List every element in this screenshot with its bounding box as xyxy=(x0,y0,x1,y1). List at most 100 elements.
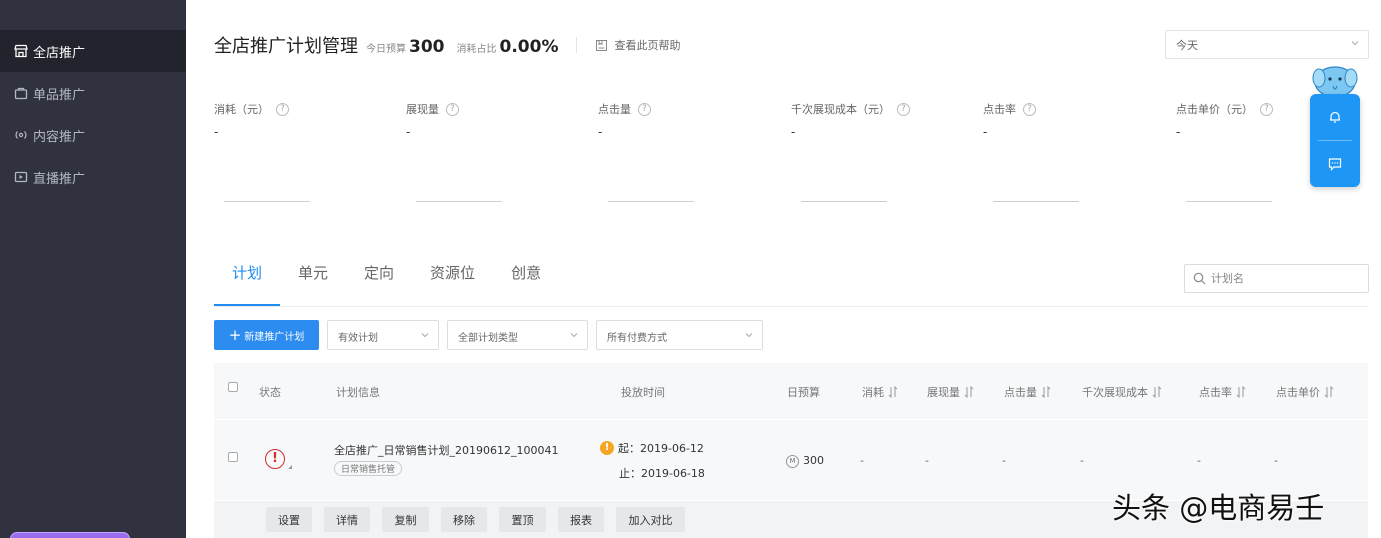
col-label: 点击量 xyxy=(1004,386,1037,399)
help-question-icon[interactable]: ? xyxy=(897,102,910,116)
filter-value: 所有付费方式 xyxy=(607,333,667,344)
clicks-cell: - xyxy=(1002,454,1006,467)
new-plan-button[interactable]: + 新建推广计划 xyxy=(214,320,319,350)
add-compare-button[interactable]: 加入对比 xyxy=(616,507,685,532)
tab-targeting[interactable]: 定向 xyxy=(364,262,394,306)
sidebar-item-label: 单品推广 xyxy=(33,87,86,103)
help-link-label: 查看此页帮助 xyxy=(614,39,681,52)
help-question-icon[interactable]: ? xyxy=(446,102,459,116)
payment-method-filter[interactable]: 所有付费方式 xyxy=(596,320,763,350)
metric-label: 展现量 xyxy=(406,103,439,116)
sidebar-item-label: 全店推广 xyxy=(33,45,86,61)
report-button[interactable]: 报表 xyxy=(558,507,604,532)
cost-cell: - xyxy=(860,454,864,467)
error-status-icon[interactable]: ! xyxy=(265,449,285,469)
sidebar-item-label: 直播推广 xyxy=(33,171,86,187)
sparkline-impressions xyxy=(416,201,502,202)
col-label: 千次展现成本 xyxy=(1082,386,1148,399)
metric-label: 点击单价（元） xyxy=(1176,103,1253,116)
chevron-down-icon xyxy=(570,333,578,338)
select-all-checkbox[interactable] xyxy=(228,382,238,392)
sort-icon xyxy=(964,386,974,398)
remove-button[interactable]: 移除 xyxy=(441,507,487,532)
bell-icon xyxy=(1330,111,1340,123)
date-range-value: 今天 xyxy=(1176,39,1198,52)
date-range-select[interactable]: 今天 xyxy=(1165,30,1369,59)
col-impressions[interactable]: 展现量 xyxy=(927,384,974,400)
metric-label: 点击率 xyxy=(983,103,1016,116)
metric-value: - xyxy=(598,125,603,139)
plan-status-filter[interactable]: 有效计划 xyxy=(327,320,439,350)
page-header: 全店推广计划管理 今日预算 300 消耗占比 0.00% 查看此页帮助 xyxy=(214,32,680,58)
help-question-icon[interactable]: ? xyxy=(1023,102,1036,116)
metric-label: 点击量 xyxy=(598,103,631,116)
plan-type-filter[interactable]: 全部计划类型 xyxy=(447,320,588,350)
daily-budget-cell: M 300 xyxy=(786,454,824,468)
metric-value: - xyxy=(983,125,988,139)
page-title: 全店推广计划管理 xyxy=(214,36,358,57)
search-icon xyxy=(1193,272,1206,285)
details-button[interactable]: 详情 xyxy=(324,507,370,532)
plan-tag: 日常销售托管 xyxy=(334,461,403,476)
help-question-icon[interactable]: ? xyxy=(276,102,289,116)
plus-icon: + xyxy=(228,325,242,344)
row-checkbox[interactable] xyxy=(228,452,238,462)
settings-button[interactable]: 设置 xyxy=(266,507,312,532)
col-cost[interactable]: 消耗 xyxy=(862,384,898,400)
col-plan-info: 计划信息 xyxy=(336,386,380,399)
chevron-down-icon xyxy=(745,333,753,338)
start-date: 起：2019-06-12 xyxy=(618,442,704,455)
sidebar-item-content[interactable]: 内容推广 xyxy=(0,114,186,156)
sort-icon xyxy=(1324,386,1334,398)
col-ctr[interactable]: 点击率 xyxy=(1199,384,1246,400)
notification-button[interactable] xyxy=(1310,94,1360,140)
sparkline-cpm xyxy=(801,201,887,202)
sort-icon xyxy=(888,386,898,398)
chat-button[interactable] xyxy=(1310,141,1360,187)
tab-unit[interactable]: 单元 xyxy=(298,262,328,306)
metric-impressions: 展现量? - xyxy=(406,101,596,139)
bag-icon xyxy=(14,86,28,100)
col-clicks[interactable]: 点击量 xyxy=(1004,384,1051,400)
status-caret-icon xyxy=(288,465,292,469)
sidebar-bottom-badge[interactable] xyxy=(10,532,130,538)
copy-button[interactable]: 复制 xyxy=(382,507,429,532)
help-question-icon[interactable]: ? xyxy=(1260,102,1273,116)
search-box xyxy=(1184,264,1369,293)
pin-top-button[interactable]: 置顶 xyxy=(499,507,546,532)
end-date: 止：2019-06-18 xyxy=(619,467,705,480)
col-label: 点击率 xyxy=(1199,386,1232,399)
sidebar-item-store-promotion[interactable]: 全店推广 xyxy=(0,30,186,72)
tab-plan[interactable]: 计划 xyxy=(214,262,281,306)
col-label: 消耗 xyxy=(862,386,884,399)
budget-badge-icon: M xyxy=(786,454,799,468)
ratio-label: 消耗占比 xyxy=(456,44,497,55)
tab-resource[interactable]: 资源位 xyxy=(430,262,475,306)
budget-label: 今日预算 xyxy=(366,44,406,55)
broadcast-icon xyxy=(14,128,28,142)
plan-info-cell: 全店推广_日常销售计划_20190612_100041 日常销售托管 xyxy=(334,442,558,476)
warning-icon[interactable]: ! xyxy=(600,441,614,455)
col-cpm[interactable]: 千次展现成本 xyxy=(1082,384,1162,400)
tab-bar: 计划 单元 定向 资源位 创意 xyxy=(214,262,577,306)
book-icon xyxy=(596,39,608,51)
plan-name-link[interactable]: 全店推广_日常销售计划_20190612_100041 xyxy=(334,442,558,458)
daily-budget-value[interactable]: 300 xyxy=(803,454,824,467)
elephant-mascot-icon[interactable] xyxy=(1311,62,1359,98)
sidebar-item-single-product[interactable]: 单品推广 xyxy=(0,72,186,114)
metric-cost: 消耗（元）? - xyxy=(214,101,404,139)
impressions-cell: - xyxy=(925,454,929,467)
cpc-cell: - xyxy=(1274,454,1278,467)
help-question-icon[interactable]: ? xyxy=(638,102,651,116)
sidebar: 全店推广 单品推广 内容推广 直播推广 xyxy=(0,0,186,538)
metric-ctr: 点击率? - xyxy=(983,101,1173,139)
plan-search-input[interactable] xyxy=(1211,272,1361,285)
chevron-down-icon xyxy=(421,333,429,338)
help-link[interactable]: 查看此页帮助 xyxy=(595,37,680,53)
ratio-value: 0.00% xyxy=(499,37,559,57)
col-schedule: 投放时间 xyxy=(621,386,665,399)
chevron-down-icon xyxy=(1351,41,1359,46)
col-cpc[interactable]: 点击单价 xyxy=(1276,384,1334,400)
sidebar-item-live[interactable]: 直播推广 xyxy=(0,156,186,198)
tab-creative[interactable]: 创意 xyxy=(511,262,541,306)
